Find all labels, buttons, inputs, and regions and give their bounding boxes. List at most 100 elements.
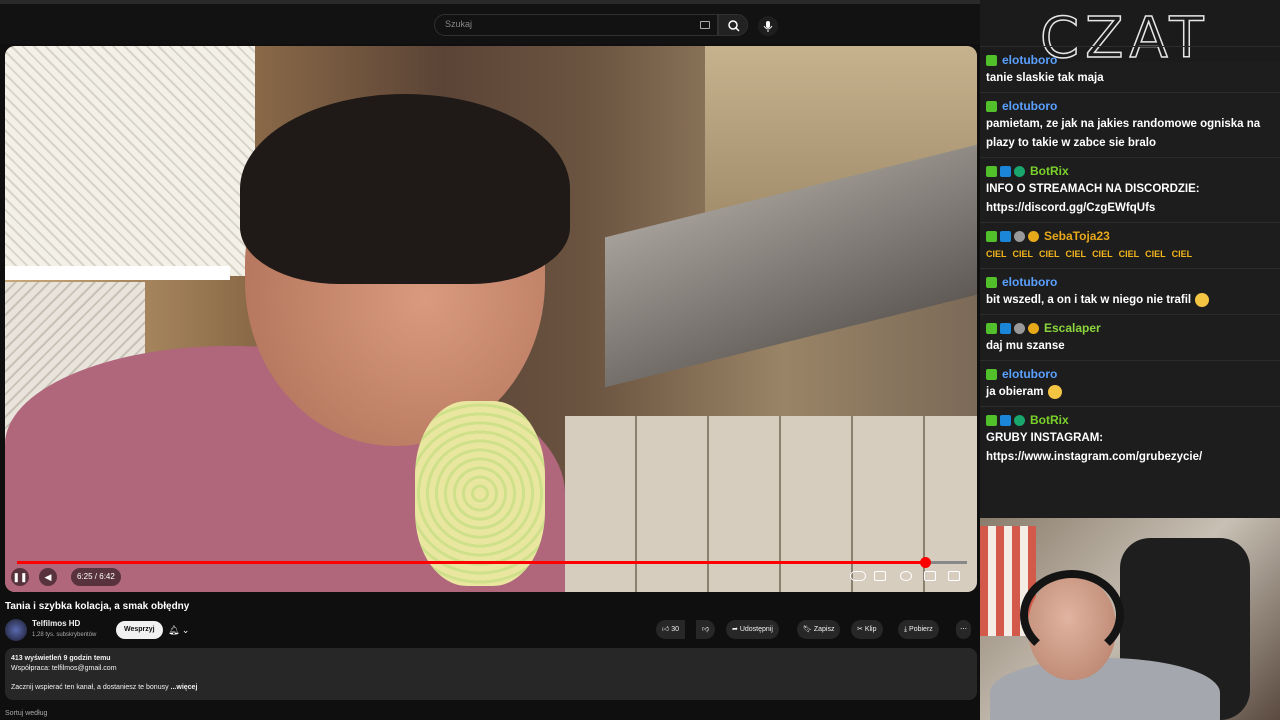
emote: CIEL bbox=[1118, 249, 1140, 259]
scissors-icon: ✂ bbox=[857, 626, 865, 633]
mic-button[interactable] bbox=[758, 16, 778, 36]
download-button[interactable]: ⤓ Pobierz bbox=[898, 620, 939, 639]
video-frame-person-hair bbox=[240, 94, 570, 284]
chat-message: Escalaper daj mu szanse bbox=[980, 314, 1280, 360]
clip-button[interactable]: ✂ Klip bbox=[851, 620, 883, 639]
chat-username[interactable]: elotuboro bbox=[1002, 275, 1057, 289]
progress-bar[interactable] bbox=[17, 557, 967, 568]
bookmark-icon: 🔖︎ bbox=[803, 626, 814, 633]
pause-button[interactable]: ❚❚ bbox=[11, 568, 29, 586]
chat-username[interactable]: BotRix bbox=[1030, 413, 1069, 427]
chat-text-content: INFO O STREAMACH NA DISCORDZIE: https://… bbox=[986, 183, 1200, 214]
emote: CIEL bbox=[1092, 249, 1113, 259]
chat-text: INFO O STREAMACH NA DISCORDZIE: https://… bbox=[986, 180, 1274, 218]
share-button[interactable]: ➦ Udostępnij bbox=[726, 620, 779, 639]
chat-message: SebaToja23 CIEL CIEL CIEL CIEL CIEL CIEL CIEL CI… bbox=[980, 222, 1280, 268]
share-label: Udostępnij bbox=[739, 626, 773, 633]
sort-comments[interactable]: Sortuj według bbox=[5, 710, 47, 717]
badge-icon bbox=[1000, 414, 1011, 426]
badge-icon bbox=[986, 276, 997, 288]
badge-icon bbox=[1028, 322, 1039, 334]
chat-message: elotuboro pamietam, ze jak na jakies rand… bbox=[980, 92, 1280, 157]
progress-fill bbox=[17, 561, 926, 564]
badge-icon bbox=[1014, 414, 1025, 426]
mic-icon bbox=[763, 21, 773, 32]
channel-name[interactable]: Telfilmos HD bbox=[32, 619, 80, 628]
search-button[interactable] bbox=[718, 14, 748, 36]
volume-icon: ◀ bbox=[44, 571, 52, 582]
like-button[interactable]: 👍︎ 30 bbox=[656, 620, 686, 639]
youtube-page: Szukaj ❚❚ ◀ 6:25 / 6:42 Tania i szybka k… bbox=[0, 0, 980, 720]
emote: CIEL bbox=[1039, 249, 1060, 259]
chat-username[interactable]: elotuboro bbox=[1002, 53, 1057, 67]
like-count: 30 bbox=[671, 626, 680, 633]
chat-text: CIEL CIEL CIEL CIEL CIEL CIEL CIEL CIEL bbox=[986, 245, 1274, 264]
chat-text-content: tanie slaskie tak maja bbox=[986, 72, 1104, 84]
download-label: Pobierz bbox=[909, 626, 933, 633]
emoji-icon bbox=[1047, 384, 1062, 399]
emote: CIEL bbox=[986, 249, 1007, 259]
chat-username[interactable]: Escalaper bbox=[1044, 321, 1101, 335]
description-box[interactable]: 413 wyświetleń 9 godzin temu Współpraca:… bbox=[5, 648, 977, 700]
more-icon: ⋯ bbox=[960, 626, 967, 633]
chat-username[interactable]: SebaToja23 bbox=[1044, 229, 1110, 243]
time-display: 6:25 / 6:42 bbox=[71, 568, 121, 586]
fullscreen-icon[interactable] bbox=[948, 571, 960, 581]
subtitles-icon[interactable] bbox=[874, 571, 886, 581]
chat-text: ja obieram bbox=[986, 383, 1274, 402]
video-frame-oven-glove bbox=[415, 401, 545, 586]
chat-text-content: pamietam, ze jak na jakies randomowe ogn… bbox=[986, 118, 1261, 149]
emote: CIEL bbox=[1012, 249, 1034, 259]
badge-icon bbox=[1000, 165, 1011, 177]
video-player[interactable]: ❚❚ ◀ 6:25 / 6:42 bbox=[5, 46, 977, 592]
save-button[interactable]: 🔖︎ Zapisz bbox=[797, 620, 841, 639]
pause-icon: ❚❚ bbox=[12, 571, 28, 582]
badge-icon bbox=[1000, 322, 1011, 334]
webcam-overlay bbox=[980, 518, 1280, 720]
chat-message: BotRix GRUBY INSTAGRAM: https://www.insta… bbox=[980, 406, 1280, 471]
chat-text-content: ja obieram bbox=[986, 386, 1044, 398]
keyboard-icon[interactable] bbox=[700, 21, 710, 29]
badge-icon bbox=[1014, 230, 1025, 242]
badge-icon bbox=[1028, 230, 1039, 242]
volume-button[interactable]: ◀ bbox=[39, 568, 57, 586]
dislike-button[interactable]: 👎︎ bbox=[696, 620, 716, 639]
sort-label: Sortuj według bbox=[5, 710, 48, 717]
channel-avatar[interactable] bbox=[5, 619, 27, 641]
chat-text: GRUBY INSTAGRAM: https://www.instagram.c… bbox=[986, 429, 1274, 467]
chat-text: daj mu szanse bbox=[986, 337, 1274, 356]
chat-username[interactable]: elotuboro bbox=[1002, 99, 1057, 113]
video-frame-tiles bbox=[565, 416, 977, 592]
chat-text: bit wszedl, a on i tak w niego nie trafi… bbox=[986, 291, 1274, 310]
badge-icon bbox=[986, 368, 997, 380]
badge-icon bbox=[986, 322, 997, 334]
autoplay-toggle[interactable] bbox=[850, 571, 866, 581]
view-stats: 413 wyświetleń 9 godzin temu bbox=[11, 655, 111, 662]
video-title: Tania i szybka kolacja, a smak obłędny bbox=[5, 601, 190, 612]
chat-text: pamietam, ze jak na jakies randomowe ogn… bbox=[986, 115, 1274, 153]
search-icon bbox=[728, 20, 740, 32]
emoji-icon bbox=[1195, 292, 1210, 307]
show-more-link[interactable]: ...więcej bbox=[171, 684, 198, 691]
search-input[interactable]: Szukaj bbox=[434, 14, 718, 36]
clip-label: Klip bbox=[864, 626, 877, 633]
bell-button[interactable]: 🔔︎ ⌄ bbox=[168, 621, 204, 639]
chat-messages[interactable]: elotuboro tanie slaskie tak maja elotuboro… bbox=[980, 46, 1280, 506]
emote: CIEL bbox=[1065, 249, 1087, 259]
chat-message: elotuboro tanie slaskie tak maja bbox=[980, 46, 1280, 92]
bell-icon: 🔔︎ ⌄ bbox=[168, 625, 190, 635]
top-bar: Szukaj bbox=[0, 0, 980, 44]
thumbs-up-icon: 👍︎ bbox=[662, 626, 672, 633]
settings-icon[interactable] bbox=[900, 571, 912, 581]
more-button[interactable]: ⋯ bbox=[956, 620, 971, 639]
badge-icon bbox=[986, 100, 997, 112]
emote: CIEL bbox=[1145, 249, 1166, 259]
video-frame-shelf bbox=[5, 266, 230, 280]
thumbs-down-icon: 👎︎ bbox=[702, 626, 710, 633]
badge-icon bbox=[1014, 165, 1025, 177]
chat-username[interactable]: BotRix bbox=[1030, 164, 1069, 178]
badge-icon bbox=[986, 54, 997, 66]
support-button[interactable]: Wesprzyj bbox=[116, 621, 163, 639]
chat-username[interactable]: elotuboro bbox=[1002, 367, 1057, 381]
miniplayer-icon[interactable] bbox=[924, 571, 936, 581]
